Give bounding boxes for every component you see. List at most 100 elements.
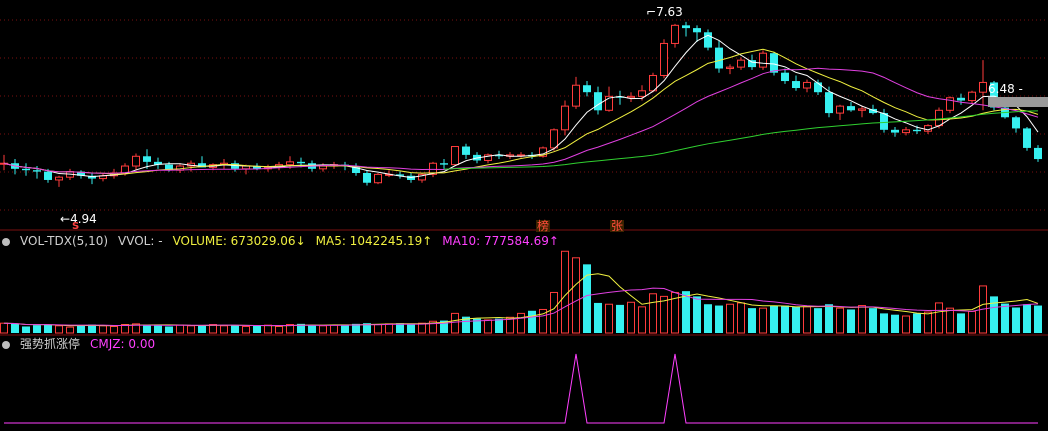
candle-body bbox=[583, 85, 591, 93]
volume-bar bbox=[484, 319, 492, 334]
chart-stage: ⌐7.63 ←4.94 6.48 - 6.34 榜 张 S VOL-TDX(5,… bbox=[0, 0, 1048, 428]
volume-bar bbox=[451, 312, 459, 334]
candle-body bbox=[880, 113, 888, 130]
volume-bar bbox=[220, 325, 228, 334]
volume-bar bbox=[847, 309, 855, 333]
volume-bar bbox=[11, 323, 19, 333]
candle-body bbox=[737, 59, 745, 68]
candle-body bbox=[803, 81, 811, 89]
candle-body bbox=[594, 92, 602, 111]
volume-bar bbox=[968, 310, 976, 334]
panel-toggle-icon[interactable] bbox=[2, 238, 10, 246]
high-arrow-icon: ⌐ bbox=[646, 5, 657, 19]
candle-body bbox=[748, 60, 756, 68]
candle-body bbox=[55, 176, 63, 181]
candle-body bbox=[968, 91, 976, 102]
candles-group[interactable] bbox=[0, 21, 1043, 187]
candle-body bbox=[286, 161, 294, 166]
volume-bar bbox=[704, 304, 712, 333]
volume-bar bbox=[1034, 305, 1042, 333]
badge-bang[interactable]: 榜 bbox=[536, 220, 551, 232]
volume-bar bbox=[792, 306, 800, 333]
chart-svg bbox=[0, 19, 1048, 424]
volume-bar bbox=[572, 257, 580, 334]
candle-body bbox=[715, 47, 723, 69]
volume-bar bbox=[231, 325, 239, 333]
volume-bar bbox=[693, 296, 701, 333]
candle-body bbox=[44, 171, 52, 180]
volume-bar bbox=[638, 306, 646, 334]
high-price-label: ⌐7.63 bbox=[646, 5, 683, 19]
volume-bar bbox=[935, 302, 943, 334]
indicator-group bbox=[4, 353, 1038, 424]
candle-body bbox=[440, 163, 448, 165]
ma-lines-group bbox=[3, 34, 1039, 178]
candle-body bbox=[825, 92, 833, 114]
volume-bar bbox=[1023, 304, 1031, 333]
candle-body bbox=[759, 52, 767, 68]
volume-bar bbox=[242, 325, 250, 334]
candle-body bbox=[374, 173, 382, 184]
candle-body bbox=[957, 97, 965, 101]
volume-bar bbox=[561, 250, 569, 334]
ma5-line bbox=[3, 34, 1039, 178]
range-label: 6.48 - 6.34 bbox=[988, 82, 1023, 109]
volume-bar bbox=[594, 302, 602, 333]
volume-bar bbox=[110, 325, 118, 334]
volume-bar bbox=[649, 293, 657, 334]
volume-bar bbox=[737, 302, 745, 334]
volume-bar bbox=[176, 324, 184, 334]
range-bar bbox=[988, 97, 1048, 107]
volume-bar bbox=[726, 303, 734, 334]
volume-bar bbox=[330, 324, 338, 334]
volume-header: VOL-TDX(5,10) VVOL: - VOLUME: 673029.06↓ MA… bbox=[0, 233, 569, 249]
volume-bar bbox=[946, 307, 954, 334]
candle-body bbox=[858, 108, 866, 111]
volume-bar bbox=[825, 304, 833, 333]
candle-body bbox=[814, 82, 822, 93]
candle-body bbox=[781, 72, 789, 82]
candle-body bbox=[1012, 117, 1020, 129]
candle-body bbox=[671, 24, 679, 44]
volume-bar bbox=[55, 325, 63, 334]
candle-body bbox=[935, 109, 943, 127]
volume-bar bbox=[198, 325, 206, 333]
candle-body bbox=[297, 161, 305, 164]
volume-bar bbox=[253, 325, 261, 333]
volume-bar bbox=[418, 322, 426, 334]
candle-body bbox=[1023, 128, 1031, 148]
volume-bar bbox=[605, 303, 613, 334]
volume-bar bbox=[528, 310, 536, 333]
candle-body bbox=[770, 53, 778, 73]
candle-body bbox=[572, 84, 580, 107]
volume-bar bbox=[682, 291, 690, 333]
candle-body bbox=[792, 81, 800, 89]
candle-body bbox=[451, 146, 459, 166]
volume-bar bbox=[264, 324, 272, 334]
badge-zhang[interactable]: 张 bbox=[610, 220, 625, 232]
volume-bar bbox=[385, 323, 393, 334]
candle-body bbox=[847, 106, 855, 111]
candle-body bbox=[627, 95, 635, 99]
volume-bar bbox=[770, 305, 778, 333]
volume-bar bbox=[781, 305, 789, 333]
volume-bar bbox=[869, 308, 877, 333]
candle-body bbox=[836, 105, 844, 114]
volume-bars-group[interactable] bbox=[0, 250, 1043, 334]
ma5-label: MA5: 1042245.19↑ bbox=[315, 234, 433, 248]
volume-bar bbox=[77, 325, 85, 333]
indicator-header: 强势抓涨停 CMJZ: 0.00 bbox=[0, 336, 165, 352]
candle-body bbox=[902, 129, 910, 134]
volume-bar bbox=[374, 324, 382, 334]
candle-body bbox=[638, 90, 646, 97]
volume-bar bbox=[0, 322, 8, 334]
volume-bar bbox=[1001, 303, 1009, 333]
vol-indicator-name[interactable]: VOL-TDX(5,10) bbox=[20, 234, 108, 248]
panel-toggle-icon[interactable] bbox=[2, 341, 10, 349]
cmjz-label: CMJZ: 0.00 bbox=[90, 337, 156, 351]
volume-bar bbox=[627, 301, 635, 334]
volume-bar bbox=[154, 325, 162, 333]
volume-bar bbox=[308, 325, 316, 333]
volume-bar bbox=[319, 325, 327, 334]
indicator-name[interactable]: 强势抓涨停 bbox=[20, 337, 80, 351]
